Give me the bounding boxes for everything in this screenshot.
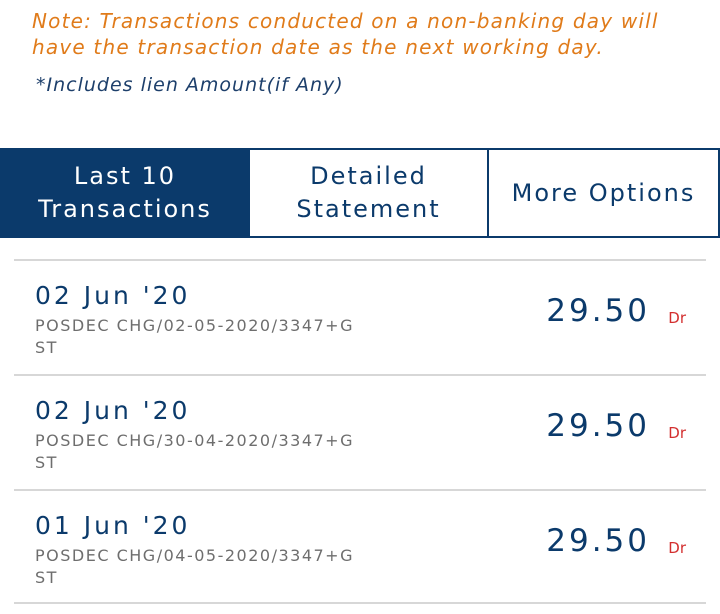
- transaction-list: 02 Jun '20 POSDEC CHG/02-05-2020/3347+GS…: [14, 259, 706, 604]
- transaction-date: 01 Jun '20: [35, 511, 191, 540]
- statement-tabs: Last 10 Transactions Detailed Statement …: [0, 148, 720, 238]
- lien-amount-note: *Includes lien Amount(if Any): [36, 74, 344, 96]
- transaction-description: POSDEC CHG/02-05-2020/3347+GST: [35, 316, 354, 357]
- transaction-date: 02 Jun '20: [35, 396, 191, 425]
- tab-last-10-transactions[interactable]: Last 10 Transactions: [2, 150, 248, 236]
- tab-detailed-statement[interactable]: Detailed Statement: [248, 150, 489, 236]
- transaction-description: POSDEC CHG/04-05-2020/3347+GST: [35, 546, 354, 587]
- tab-more-options[interactable]: More Options: [489, 150, 718, 236]
- transaction-type-badge: Dr: [668, 309, 686, 327]
- transaction-type-badge: Dr: [668, 424, 686, 442]
- transaction-row[interactable]: 02 Jun '20 POSDEC CHG/02-05-2020/3347+GS…: [14, 259, 706, 374]
- transaction-type-badge: Dr: [668, 539, 686, 557]
- transaction-description: POSDEC CHG/30-04-2020/3347+GST: [35, 431, 354, 472]
- transaction-amount: 29.50: [546, 408, 650, 444]
- transaction-row[interactable]: 01 Jun '20 POSDEC CHG/04-05-2020/3347+GS…: [14, 489, 706, 604]
- transaction-date-note: Note: Transactions conducted on a non-ba…: [32, 9, 659, 59]
- transaction-row[interactable]: 02 Jun '20 POSDEC CHG/30-04-2020/3347+GS…: [14, 374, 706, 489]
- transaction-amount: 29.50: [546, 523, 650, 559]
- transaction-date: 02 Jun '20: [35, 281, 191, 310]
- transaction-amount: 29.50: [546, 293, 650, 329]
